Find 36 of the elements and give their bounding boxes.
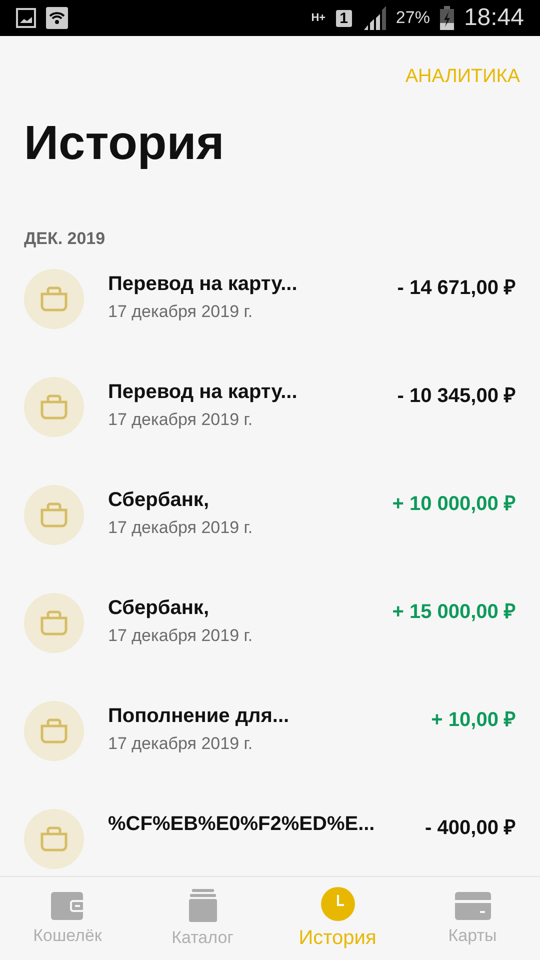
transaction-title: Сбербанк, — [108, 488, 210, 512]
month-heading: ДЕК. 2019 — [24, 228, 106, 249]
card-icon — [454, 892, 490, 920]
transaction-date: 17 декабря 2019 г. — [108, 626, 254, 646]
battery-charging-icon — [440, 6, 454, 30]
signal-icon — [362, 6, 386, 30]
transaction-title: Перевод на карту... — [108, 380, 298, 404]
analytics-link[interactable]: АНАЛИТИКА — [405, 66, 520, 88]
transaction-date: 17 декабря 2019 г. — [108, 302, 254, 322]
page-title: История — [24, 118, 226, 171]
transaction-title: %CF%EB%E0%F2%ED%E... — [108, 812, 376, 836]
nav-tab[interactable]: Кошелёк — [0, 877, 135, 960]
transaction-amount: + 10 000,00 ₽ — [392, 492, 516, 516]
transaction-date: 17 декабря 2019 г. — [108, 734, 254, 754]
transaction-date: 17 декабря 2019 г. — [108, 410, 254, 430]
nav-tab[interactable]: Каталог — [135, 877, 270, 960]
image-icon — [16, 8, 36, 28]
wallet-icon — [50, 892, 84, 920]
stack-icon — [188, 889, 216, 922]
wifi-icon — [46, 7, 68, 29]
transaction-title: Сбербанк, — [108, 596, 210, 620]
transaction-amount: - 10 345,00 ₽ — [397, 384, 516, 408]
transaction-amount: - 400,00 ₽ — [425, 816, 516, 840]
transaction-amount: + 15 000,00 ₽ — [392, 600, 516, 624]
transaction-amount: - 14 671,00 ₽ — [397, 276, 516, 300]
transaction-title: Перевод на карту... — [108, 272, 298, 296]
transaction-date: 17 декабря 2019 г. — [108, 518, 254, 538]
clock-icon — [320, 887, 354, 921]
transaction-title: Пополнение для... — [108, 704, 290, 728]
network-type: H+ — [311, 12, 326, 24]
clock-time: 18:44 — [464, 4, 524, 32]
nav-tab[interactable]: Карты — [405, 877, 540, 960]
sim-indicator: 1 — [336, 10, 352, 26]
nav-tab[interactable]: История — [270, 877, 405, 960]
transaction-amount: + 10,00 ₽ — [431, 708, 516, 732]
battery-percent: 27% — [396, 8, 430, 28]
